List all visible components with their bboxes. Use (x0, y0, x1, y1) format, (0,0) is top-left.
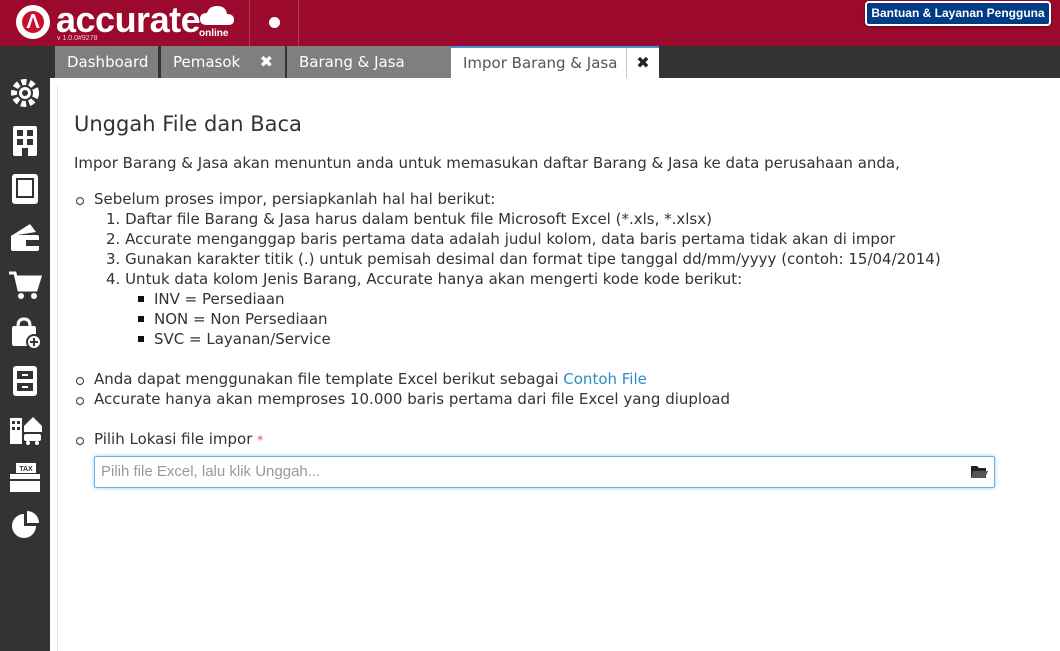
row-limit-text: Accurate hanya akan memproses 10.000 bar… (94, 390, 730, 408)
bullet-icon (76, 197, 84, 205)
tax-icon[interactable]: TAX (8, 460, 42, 494)
bullet-icon (76, 437, 84, 445)
square-bullet-icon (138, 336, 144, 342)
cloud-icon (200, 6, 234, 25)
step-item: 2. Accurate menganggap baris pertama dat… (106, 230, 896, 248)
sidebar: TAX (0, 46, 50, 651)
ledger-icon[interactable] (8, 172, 42, 206)
bullet-icon (76, 377, 84, 385)
step-item: 3. Gunakan karakter titik (.) untuk pemi… (106, 250, 941, 268)
cash-bank-icon[interactable] (8, 220, 42, 254)
purchase-cart-icon[interactable] (8, 268, 43, 302)
code-item: NON = Non Persediaan (154, 310, 328, 328)
example-file-link[interactable]: Contoh File (563, 370, 647, 388)
settings-icon[interactable] (8, 76, 42, 110)
intro-text: Impor Barang & Jasa akan menuntun anda u… (74, 154, 900, 172)
tab-label: Pemasok (173, 53, 241, 71)
square-bullet-icon (138, 316, 144, 322)
tab-strip: Dashboard Pemasok ✖ Barang & Jasa ✖ Impo… (50, 46, 1060, 78)
tab-label: Dashboard (67, 53, 149, 71)
report-pie-icon[interactable] (8, 508, 42, 542)
step-item: 4. Untuk data kolom Jenis Barang, Accura… (106, 270, 743, 288)
prep-heading: Sebelum proses impor, persiapkanlah hal … (94, 190, 496, 208)
page-title: Unggah File dan Baca (74, 112, 302, 136)
step-item: 1. Daftar file Barang & Jasa harus dalam… (106, 210, 712, 228)
square-bullet-icon (138, 296, 144, 302)
tab-pemasok[interactable]: Pemasok ✖ (161, 46, 285, 78)
close-icon[interactable]: ✖ (260, 46, 273, 78)
template-info: Anda dapat menggunakan file template Exc… (94, 370, 647, 388)
tab-label: Impor Barang & Jasa (463, 54, 618, 72)
template-text: Anda dapat menggunakan file template Exc… (94, 370, 564, 388)
file-label-text: Pilih Lokasi file impor (94, 430, 253, 448)
file-placeholder: Pilih file Excel, lalu klik Unggah... (101, 463, 321, 480)
sales-bag-icon[interactable] (8, 316, 42, 350)
tab-impor-barang-jasa[interactable]: Impor Barang & Jasa ✖ (451, 46, 659, 78)
help-button[interactable]: Bantuan & Layanan Pengguna (865, 1, 1051, 26)
required-mark: * (257, 433, 264, 447)
bullet-icon (76, 397, 84, 405)
notification-dot-icon[interactable] (269, 17, 280, 28)
tab-dashboard[interactable]: Dashboard (55, 46, 158, 78)
file-location-label: Pilih Lokasi file impor * (94, 430, 263, 448)
inventory-icon[interactable] (8, 364, 42, 398)
file-picker-input[interactable]: Pilih file Excel, lalu klik Unggah... (94, 456, 995, 488)
tab-label: Barang & Jasa (299, 53, 405, 71)
company-icon[interactable] (8, 124, 42, 158)
top-header: Λ accurate online v 1.0.0#9278 Bantuan &… (0, 0, 1060, 46)
code-item: INV = Persediaan (154, 290, 285, 308)
header-divider (249, 0, 250, 46)
fixed-assets-icon[interactable] (8, 412, 42, 446)
code-item: SVC = Layanan/Service (154, 330, 331, 348)
main-content: Unggah File dan Baca Impor Barang & Jasa… (57, 86, 1060, 651)
svg-text:TAX: TAX (19, 466, 33, 473)
folder-open-icon[interactable] (970, 464, 988, 480)
version-label: v 1.0.0#9278 (57, 35, 98, 42)
online-label: online (199, 28, 229, 39)
logo-letter: Λ (26, 11, 40, 33)
close-icon[interactable]: ✖ (626, 48, 659, 78)
brand-name: accurate (56, 0, 201, 40)
header-divider (298, 0, 299, 46)
